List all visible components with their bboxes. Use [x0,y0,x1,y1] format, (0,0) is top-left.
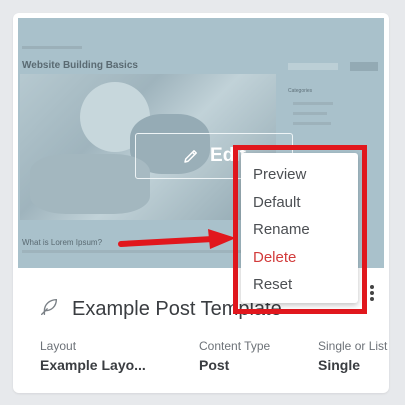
meta-value-layout: Example Layo... [40,357,146,373]
preview-search-bar [288,63,338,70]
preview-sidebar-heading: Categories [288,88,313,94]
preview-page-title: Website Building Basics [22,60,138,71]
preview-sidebar-line [293,122,331,125]
context-menu: Preview Default Rename Delete Reset [241,153,358,303]
preview-sidebar-line [293,102,333,105]
feather-icon [40,298,58,316]
meta-value-content-type: Post [199,357,230,373]
menu-item-rename[interactable]: Rename [253,221,310,238]
menu-item-default[interactable]: Default [253,194,301,211]
preview-sidebar-line [293,112,327,115]
meta-value-single-or-list: Single [318,357,361,373]
meta-label-content-type: Content Type [199,339,271,353]
preview-photo-shape [30,154,150,214]
preview-search-button [350,62,378,71]
meta-label-single-or-list: Single or List [318,339,388,353]
meta-label-layout: Layout [40,339,77,353]
menu-item-delete[interactable]: Delete [253,249,296,266]
menu-item-preview[interactable]: Preview [253,166,306,183]
pencil-icon [184,150,198,163]
more-options-icon[interactable] [368,283,376,305]
menu-item-reset[interactable]: Reset [253,276,292,293]
red-arrow-annotation [118,229,236,249]
template-icon-wrap [38,296,60,318]
preview-breadcrumb [22,46,82,49]
preview-subtitle: What is Lorem Ipsum? [22,238,103,247]
